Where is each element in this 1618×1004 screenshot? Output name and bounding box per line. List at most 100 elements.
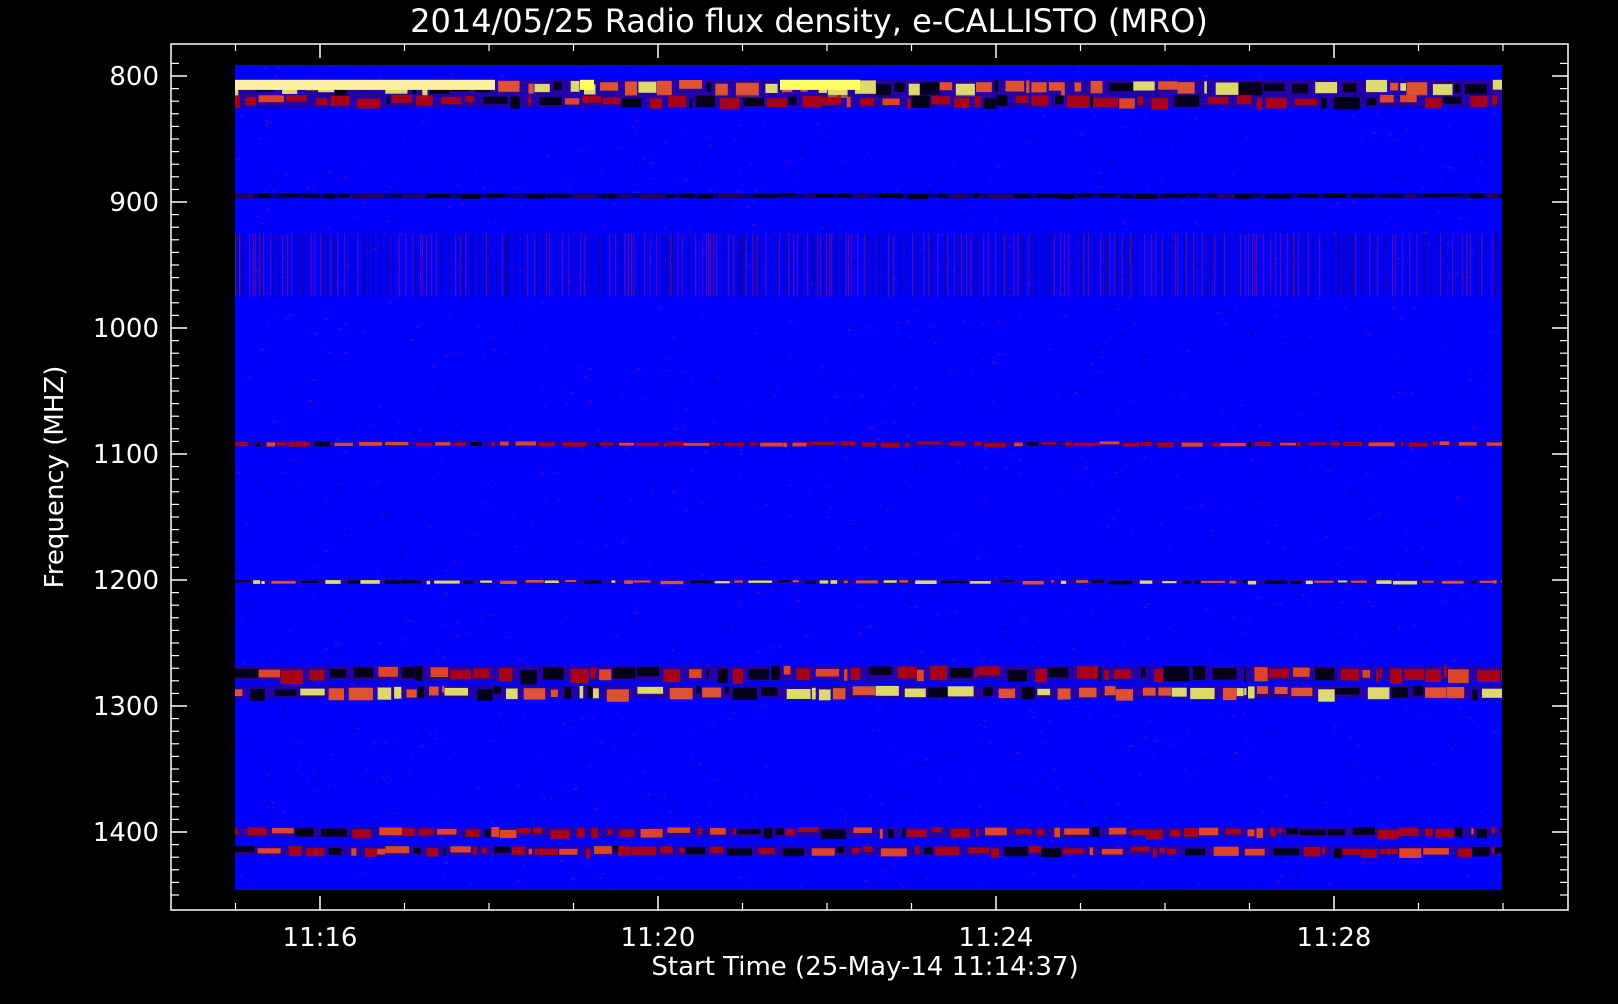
band-segment — [274, 689, 297, 696]
band-segment — [600, 194, 607, 199]
noise-speck — [1218, 738, 1221, 741]
noise-speck — [1364, 457, 1367, 460]
noise-speck — [673, 405, 676, 408]
noise-speck — [1410, 447, 1414, 450]
stripe-segment — [1013, 233, 1015, 297]
band-segment — [1077, 193, 1093, 197]
band-segment — [640, 194, 664, 199]
noise-speck — [1032, 179, 1034, 182]
noise-speck — [1234, 758, 1237, 761]
noise-speck — [1492, 331, 1495, 333]
noise-speck — [411, 340, 414, 343]
noise-speck — [1471, 720, 1474, 722]
noise-speck — [838, 807, 843, 810]
noise-speck — [796, 767, 799, 769]
noise-speck — [510, 879, 514, 881]
noise-speck — [470, 714, 472, 716]
noise-speck — [1243, 711, 1246, 713]
noise-speck — [1421, 546, 1425, 549]
stripe-segment — [1028, 233, 1030, 297]
stripe-segment — [386, 233, 388, 297]
band-segment — [256, 442, 261, 447]
noise-speck — [1230, 428, 1235, 430]
noise-speck — [1243, 269, 1245, 271]
stripe-segment — [631, 233, 633, 297]
noise-speck — [1435, 108, 1437, 110]
noise-speck — [986, 68, 990, 70]
stripe-segment — [273, 233, 275, 297]
noise-speck — [1326, 470, 1328, 472]
band-segment — [354, 667, 374, 678]
band-segment — [954, 97, 970, 108]
noise-speck — [1062, 215, 1066, 217]
noise-speck — [819, 589, 821, 591]
noise-speck — [983, 467, 987, 469]
stripe-segment — [1383, 233, 1385, 297]
stripe-segment — [263, 233, 265, 297]
band-segment — [832, 688, 846, 700]
noise-speck — [1404, 594, 1408, 597]
noise-speck — [704, 501, 709, 504]
noise-speck — [1483, 154, 1487, 157]
noise-speck — [1281, 818, 1285, 821]
noise-speck — [1127, 546, 1130, 548]
noise-speck — [572, 858, 574, 861]
noise-speck — [1113, 627, 1115, 629]
band-segment — [1351, 580, 1367, 583]
noise-speck — [1012, 395, 1014, 398]
stripe-segment — [713, 233, 715, 297]
noise-speck — [387, 220, 391, 223]
band-segment — [1215, 82, 1239, 95]
band-segment — [1207, 97, 1229, 104]
noise-speck — [883, 701, 887, 703]
stripe-segment — [864, 233, 866, 297]
band-segment — [613, 846, 619, 852]
noise-speck — [1141, 358, 1143, 360]
band-segment — [1380, 848, 1398, 855]
noise-speck — [1263, 566, 1266, 569]
noise-speck — [1388, 133, 1392, 136]
noise-speck — [733, 139, 738, 142]
band-segment — [602, 97, 621, 105]
stripe-segment — [954, 233, 956, 297]
stripe-segment — [702, 233, 704, 297]
noise-speck — [1279, 602, 1283, 604]
noise-speck — [919, 649, 922, 652]
noise-speck — [540, 302, 544, 304]
band-segment — [974, 441, 983, 446]
noise-speck — [1276, 881, 1279, 883]
noise-speck — [1329, 78, 1333, 80]
noise-speck — [509, 426, 513, 428]
noise-speck — [674, 428, 678, 430]
stripe-segment — [765, 233, 767, 297]
noise-speck — [356, 221, 360, 224]
noise-speck — [499, 713, 503, 715]
noise-speck — [1114, 472, 1118, 474]
stripe-segment — [883, 233, 885, 297]
band-segment — [667, 827, 691, 833]
noise-speck — [927, 591, 932, 593]
noise-speck — [559, 622, 562, 624]
noise-speck — [705, 464, 707, 466]
band-segment — [1014, 193, 1032, 198]
noise-speck — [664, 762, 666, 764]
noise-speck — [825, 516, 829, 518]
noise-speck — [832, 238, 834, 240]
noise-speck — [850, 813, 854, 815]
band-segment — [716, 442, 721, 446]
band-segment — [1054, 827, 1060, 838]
noise-speck — [460, 426, 465, 428]
noise-speck — [1023, 788, 1026, 791]
noise-speck — [1385, 867, 1389, 869]
stripe-segment — [1224, 233, 1226, 297]
noise-speck — [715, 643, 717, 645]
noise-speck — [962, 857, 965, 859]
noise-speck — [940, 660, 944, 662]
noise-speck — [478, 345, 480, 348]
noise-speck — [456, 621, 461, 623]
noise-speck — [736, 365, 737, 367]
noise-speck — [728, 719, 732, 721]
stripe-segment — [311, 233, 313, 297]
noise-speck — [1144, 376, 1147, 378]
noise-speck — [1210, 535, 1213, 537]
